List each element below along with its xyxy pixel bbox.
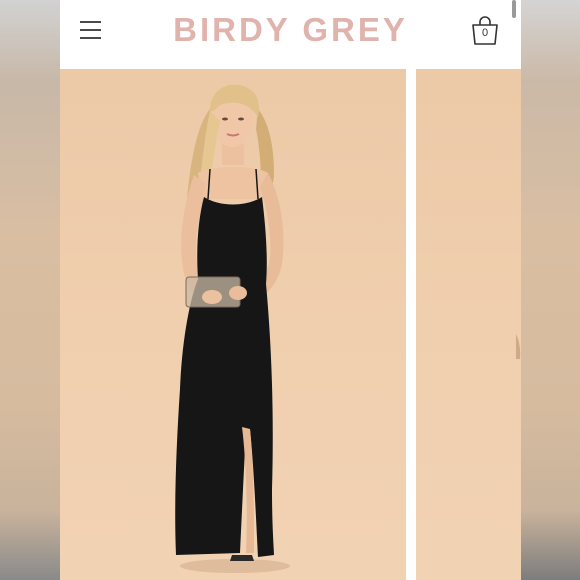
phone-screen: BIRDY GREY 0 <box>60 0 521 580</box>
model-in-black-dress-image <box>175 84 290 573</box>
menu-button[interactable] <box>78 18 104 42</box>
carousel-slide-next[interactable] <box>416 69 521 580</box>
cart-count-badge: 0 <box>481 27 489 39</box>
partial-model-image <box>516 334 521 359</box>
product-image-carousel[interactable] <box>60 69 521 580</box>
brand-logo[interactable]: BIRDY GREY <box>140 10 441 50</box>
blurred-left-edge <box>0 0 60 580</box>
cart-button[interactable]: 0 <box>470 14 500 46</box>
site-header: BIRDY GREY 0 <box>60 0 521 69</box>
hamburger-menu-icon <box>80 21 101 23</box>
blurred-right-edge <box>521 0 580 580</box>
scroll-indicator[interactable] <box>512 0 516 18</box>
carousel-slide-main[interactable] <box>60 69 406 580</box>
